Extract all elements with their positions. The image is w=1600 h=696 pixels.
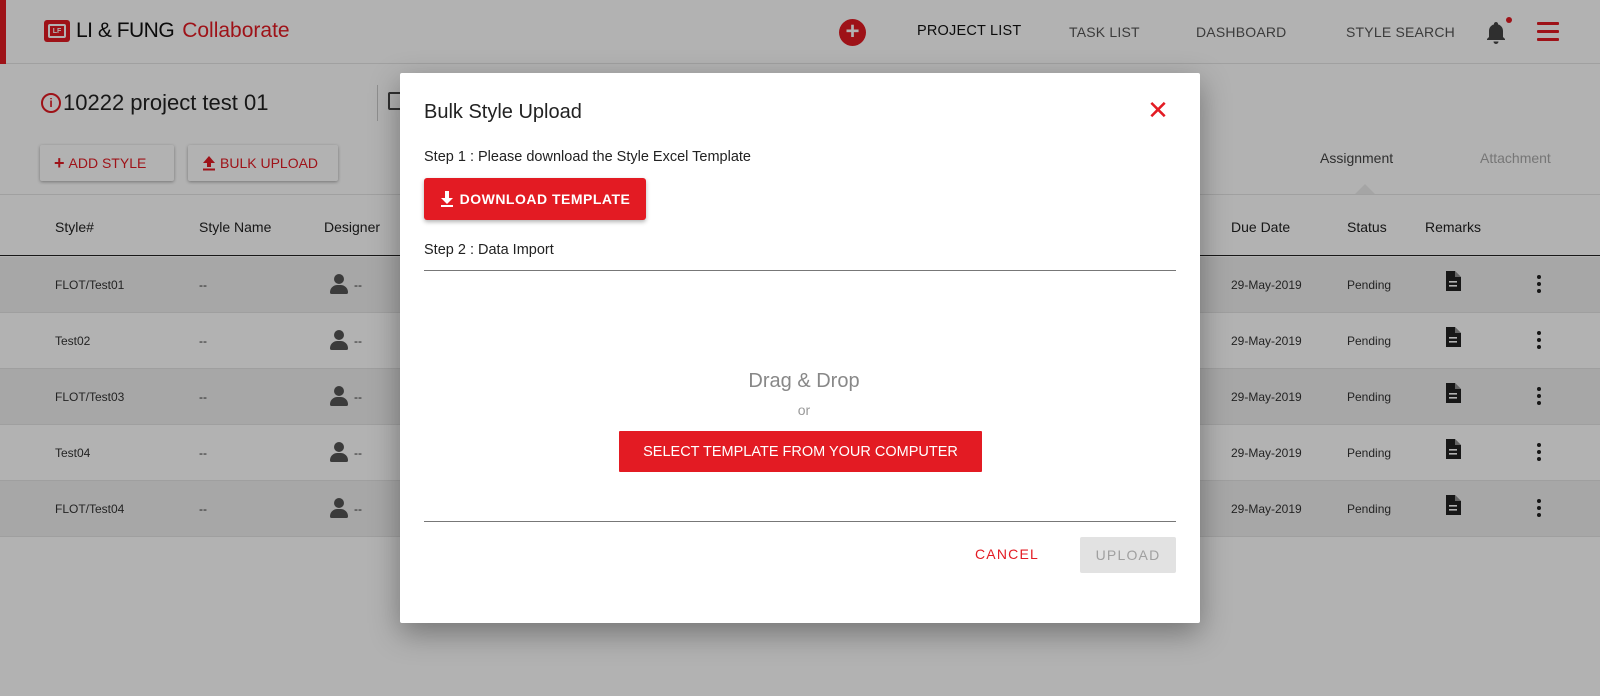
download-template-label: DOWNLOAD TEMPLATE (459, 191, 631, 207)
download-icon (440, 191, 453, 207)
step-2-instruction: Step 2 : Data Import (424, 242, 554, 258)
close-icon[interactable]: ✕ (1147, 97, 1169, 123)
step-1-instruction: Step 1 : Please download the Style Excel… (424, 149, 751, 165)
cancel-button[interactable]: CANCEL (975, 546, 1039, 564)
select-template-button[interactable]: SELECT TEMPLATE FROM YOUR COMPUTER (619, 431, 982, 472)
bulk-upload-dialog: Bulk Style Upload ✕ Step 1 : Please down… (400, 73, 1200, 623)
dialog-title: Bulk Style Upload (424, 101, 582, 123)
download-template-button[interactable]: DOWNLOAD TEMPLATE (424, 178, 646, 220)
or-label: or (797, 402, 811, 418)
upload-button[interactable]: UPLOAD (1080, 537, 1176, 573)
dropzone-top-divider (424, 270, 1176, 271)
dropzone-bottom-divider (424, 521, 1176, 522)
drag-drop-label: Drag & Drop (748, 370, 860, 392)
